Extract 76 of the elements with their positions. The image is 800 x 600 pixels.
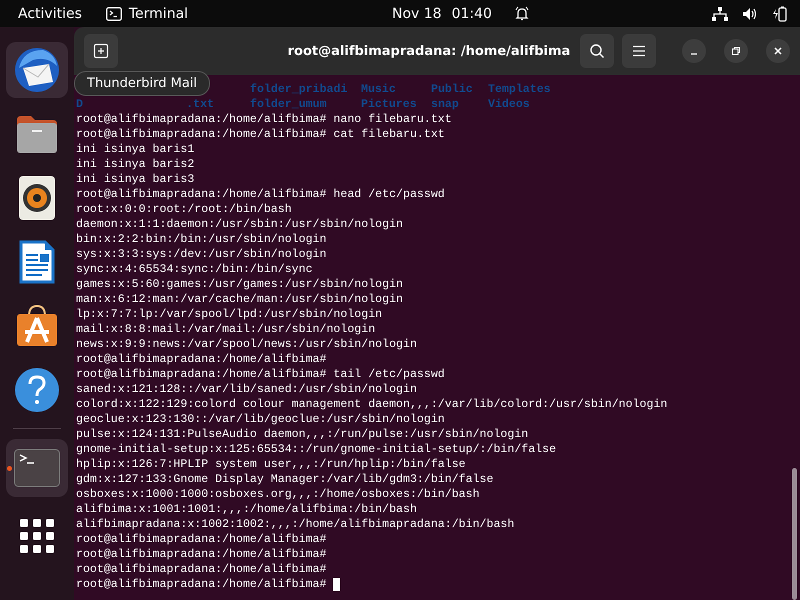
directory-name: Public (431, 82, 474, 97)
terminal-line: saned:x:121:128::/var/lib/saned:/usr/sbin/nologin (76, 382, 417, 397)
terminal-line: root@alifbimapradana:/home/alifbima# (76, 532, 326, 547)
close-icon (773, 46, 783, 56)
search-button[interactable] (580, 34, 614, 68)
restore-icon (731, 46, 741, 56)
terminal-line: root@alifbimapradana:/home/alifbima# nano filebaru.txt (76, 112, 452, 127)
terminal-line: bin:x:2:2:bin:/bin:/usr/sbin/nologin (76, 232, 326, 247)
shopping-bag-icon (15, 304, 59, 348)
terminal-line: gdm:x:127:133:Gnome Display Manager:/var/lib/gdm3:/bin/false (76, 472, 494, 487)
terminal-line: alifbima:x:1001:1001:,,,:/home/alifbima:/bin/bash (76, 502, 417, 517)
directory-name: Videos (488, 97, 531, 112)
terminal-line: colord:x:122:129:colord colour management daemon,,,:/var/lib/colord:/usr/sbin/nologin (76, 397, 668, 412)
window-title: root@alifbimapradana: /home/alifbima (286, 44, 572, 58)
terminal-line: root@alifbimapradana:/home/alifbima# (76, 562, 326, 577)
terminal-line: man:x:6:12:man:/var/cache/man:/usr/sbin/nologin (76, 292, 403, 307)
new-tab-button[interactable] (84, 34, 118, 68)
terminal-line: news:x:9:9:news:/var/spool/news:/usr/sbin/nologin (76, 337, 417, 352)
running-indicator (7, 466, 12, 471)
terminal-line: root@alifbimapradana:/home/alifbima# (76, 577, 326, 592)
dock-item[interactable] (6, 42, 68, 98)
directory-name: Music (361, 82, 397, 97)
terminal-line: sys:x:3:3:sys:/dev:/usr/sbin/nologin (76, 247, 326, 262)
terminal-line: root:x:0:0:root:/root:/bin/bash (76, 202, 292, 217)
mail-bird-icon (13, 46, 61, 94)
scrollbar[interactable] (792, 468, 797, 600)
terminal-line: root@alifbimapradana:/home/alifbima# cat filebaru.txt (76, 127, 445, 142)
directory-name: Pictures (361, 97, 418, 112)
terminal-line: gnome-initial-setup:x:125:65534::/run/gnome-initial-setup/:/bin/false (76, 442, 556, 457)
app-menu-label[interactable]: Terminal (128, 6, 188, 22)
terminal-line: root@alifbimapradana:/home/alifbima# head /etc/passwd (76, 187, 445, 202)
directory-name: D (76, 97, 83, 112)
app-grid-icon[interactable] (20, 519, 54, 553)
terminal-line: daemon:x:1:1:daemon:/usr/sbin:/usr/sbin/nologin (76, 217, 403, 232)
file-name: .txt (186, 97, 214, 112)
time-label[interactable]: 01:40 (452, 6, 492, 22)
directory-name: snap (431, 97, 460, 112)
network-icon[interactable] (712, 6, 728, 20)
terminal-line: mail:x:8:8:mail:/var/mail:/usr/sbin/nologin (76, 322, 376, 337)
terminal-line: osboxes:x:1000:1000:osboxes.org,,,:/home/osboxes:/bin/bash (76, 487, 480, 502)
minimize-icon (691, 52, 697, 54)
activities-button[interactable]: Activities (18, 6, 82, 22)
tooltip: Thunderbird Mail (74, 71, 210, 96)
terminal-line: lp:x:7:7:lp:/var/spool/lpd:/usr/sbin/nologin (76, 307, 382, 322)
terminal-icon (14, 449, 60, 487)
terminal-line: ini isinya baris3 (76, 172, 194, 187)
menu-button[interactable] (622, 34, 656, 68)
folder-icon (15, 114, 59, 154)
terminal-line: ini isinya baris1 (76, 142, 194, 157)
directory-name: folder_pribadi (250, 82, 348, 97)
help-icon (15, 368, 59, 412)
terminal-line: sync:x:4:65534:sync:/bin:/bin/sync (76, 262, 313, 277)
volume-icon[interactable] (742, 6, 758, 20)
terminal-line: root@alifbimapradana:/home/alifbima# (76, 352, 326, 367)
battery-icon[interactable] (772, 6, 788, 22)
document-icon (19, 240, 55, 284)
terminal-line: root@alifbimapradana:/home/alifbima# (76, 547, 326, 562)
search-icon (589, 43, 605, 59)
minimize-button[interactable] (682, 39, 706, 63)
directory-name: folder_umum (250, 97, 328, 112)
terminal-line: hplip:x:126:7:HPLIP system user,,,:/run/hplip:/bin/false (76, 457, 466, 472)
speaker-icon (19, 176, 55, 220)
date-label[interactable]: Nov 18 (392, 6, 442, 22)
terminal-line: pulse:x:124:131:PulseAudio daemon,,,:/run/pulse:/usr/sbin/nologin (76, 427, 528, 442)
terminal-line: alifbimapradana:x:1002:1002:,,,:/home/alifbimapradana:/bin/bash (76, 517, 514, 532)
bell-icon[interactable] (514, 6, 530, 22)
maximize-button[interactable] (724, 39, 748, 63)
terminal-line: games:x:5:60:games:/usr/games:/usr/sbin/nologin (76, 277, 403, 292)
plus-icon (93, 43, 109, 59)
terminal-line: root@alifbimapradana:/home/alifbima# tail /etc/passwd (76, 367, 445, 382)
close-button[interactable] (766, 39, 790, 63)
terminal-line: geoclue:x:123:130::/var/lib/geoclue:/usr/sbin/nologin (76, 412, 445, 427)
menu-icon (632, 45, 646, 57)
terminal-line: ini isinya baris2 (76, 157, 194, 172)
terminal-icon (106, 6, 122, 20)
directory-name: Templates (488, 82, 552, 97)
